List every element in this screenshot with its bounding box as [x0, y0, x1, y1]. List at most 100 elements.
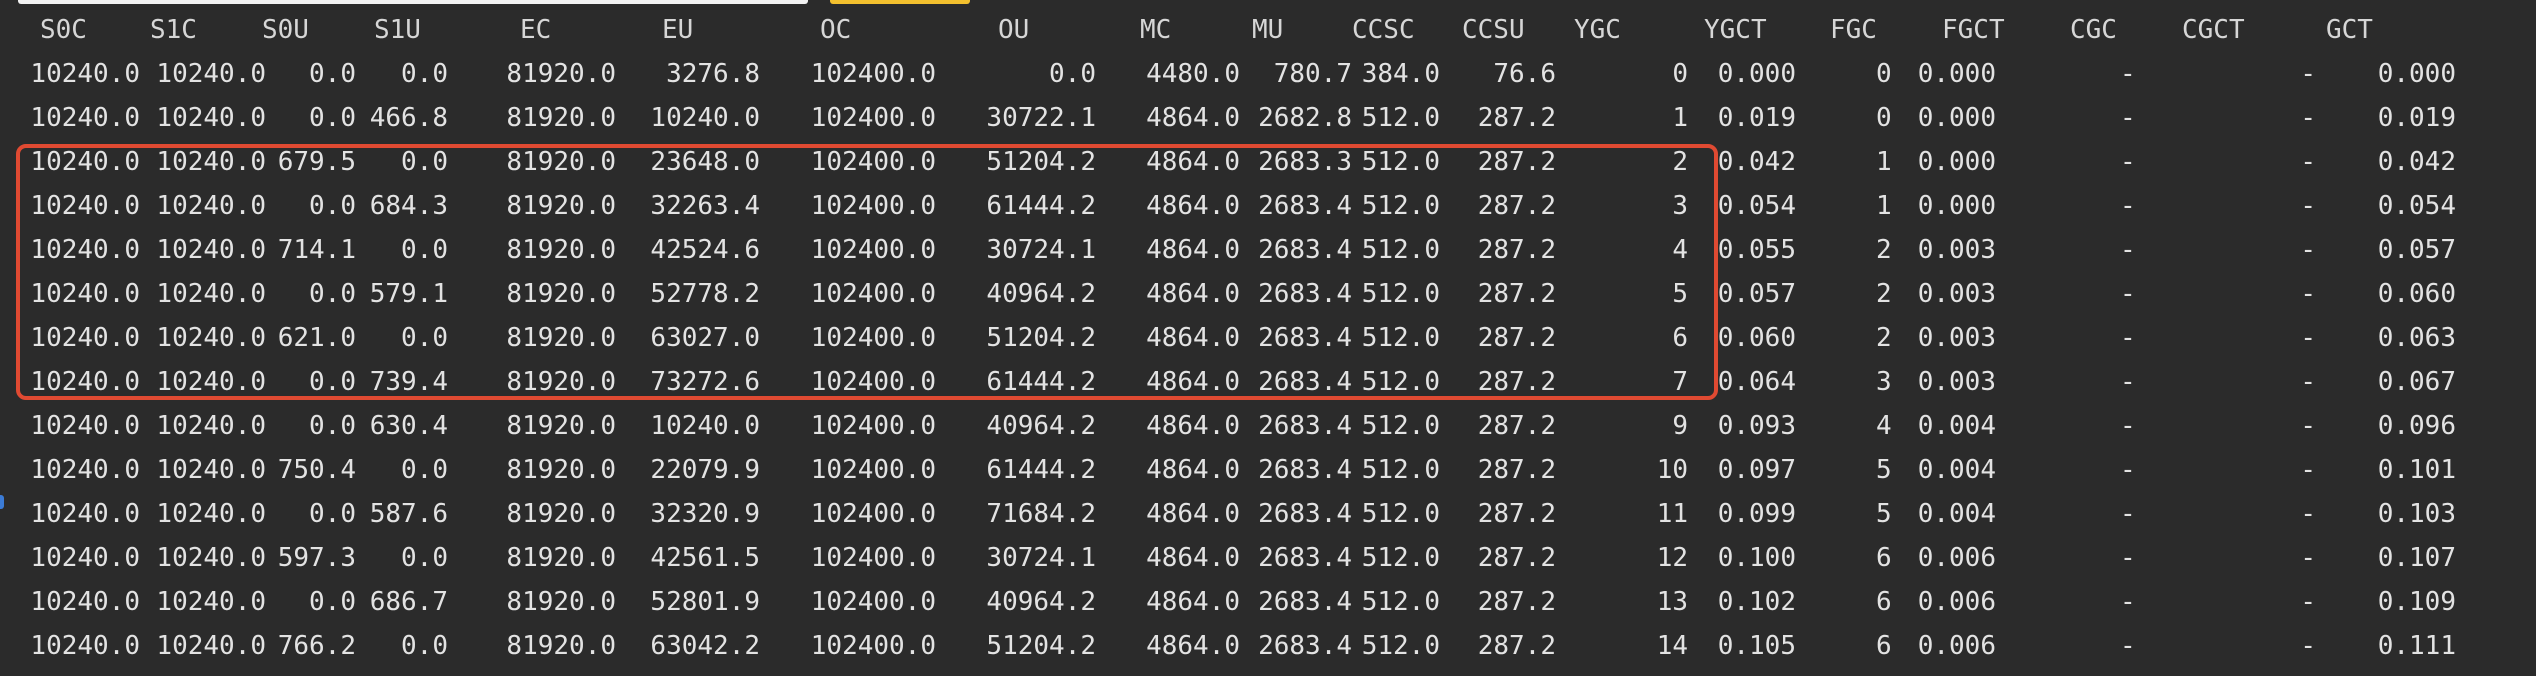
table-cell: 81920.0 — [506, 411, 616, 441]
table-cell: 0.004 — [1917, 499, 1996, 529]
table-cell: 287.2 — [1477, 147, 1556, 177]
table-cell: 0 — [1876, 103, 1892, 133]
table-cell: 5 — [1672, 279, 1688, 309]
table-cell: 10240.0 — [30, 543, 140, 573]
table-cell: 384.0 — [1361, 59, 1440, 89]
table-cell: 40964.2 — [986, 411, 1096, 441]
table-cell: 10240.0 — [30, 499, 140, 529]
table-cell: 287.2 — [1477, 587, 1556, 617]
table-cell: 3 — [1672, 191, 1688, 221]
table-cell: 10240.0 — [30, 235, 140, 265]
table-cell: 10240.0 — [30, 279, 140, 309]
table-cell: 0.0 — [401, 59, 448, 89]
table-cell: 102400.0 — [810, 323, 936, 353]
column-header: S1U — [374, 15, 421, 45]
column-header: S0U — [262, 15, 309, 45]
table-cell: 10240.0 — [30, 59, 140, 89]
table-cell: 0 — [1876, 59, 1892, 89]
table-cell: - — [2120, 455, 2136, 485]
table-cell: 287.2 — [1477, 235, 1556, 265]
table-cell: 51204.2 — [986, 323, 1096, 353]
table-cell: - — [2300, 367, 2316, 397]
table-cell: 81920.0 — [506, 543, 616, 573]
table-cell: 512.0 — [1361, 235, 1440, 265]
table-cell: 686.7 — [369, 587, 448, 617]
table-cell: 512.0 — [1361, 587, 1440, 617]
table-cell: 4864.0 — [1146, 455, 1240, 485]
table-cell: 512.0 — [1361, 191, 1440, 221]
table-cell: 4864.0 — [1146, 543, 1240, 573]
table-cell: 512.0 — [1361, 323, 1440, 353]
table-cell: - — [2300, 103, 2316, 133]
table-cell: 14 — [1656, 631, 1688, 661]
table-cell: 4864.0 — [1146, 235, 1240, 265]
table-cell: 0.003 — [1917, 235, 1996, 265]
table-cell: 0.019 — [2377, 103, 2456, 133]
table-cell: 52801.9 — [650, 587, 760, 617]
column-header: CCSC — [1352, 15, 1415, 45]
table-cell: 30724.1 — [986, 543, 1096, 573]
table-cell: 6 — [1876, 631, 1892, 661]
table-cell: 0.000 — [1917, 59, 1996, 89]
table-cell: 512.0 — [1361, 631, 1440, 661]
table-cell: 739.4 — [369, 367, 448, 397]
column-header: CGCT — [2182, 15, 2245, 45]
table-cell: - — [2300, 455, 2316, 485]
table-cell: 102400.0 — [810, 59, 936, 89]
table-cell: 0.0 — [309, 103, 356, 133]
table-cell: 287.2 — [1477, 631, 1556, 661]
table-cell: 10240.0 — [156, 147, 266, 177]
column-header: GCT — [2326, 15, 2373, 45]
table-cell: 0.097 — [1717, 455, 1796, 485]
table-cell: - — [2120, 587, 2136, 617]
table-cell: 2683.3 — [1258, 147, 1352, 177]
table-cell: 714.1 — [277, 235, 356, 265]
table-cell: 512.0 — [1361, 279, 1440, 309]
table-cell: 0.0 — [401, 631, 448, 661]
table-cell: 0.0 — [401, 543, 448, 573]
table-cell: 10240.0 — [30, 631, 140, 661]
table-cell: 0.004 — [1917, 455, 1996, 485]
table-cell: 102400.0 — [810, 103, 936, 133]
table-cell: 0.006 — [1917, 631, 1996, 661]
table-cell: 71684.2 — [986, 499, 1096, 529]
table-cell: 0.003 — [1917, 323, 1996, 353]
table-cell: 0.100 — [1717, 543, 1796, 573]
table-cell: 579.1 — [369, 279, 448, 309]
table-cell: 0.003 — [1917, 367, 1996, 397]
table-cell: 0.0 — [309, 587, 356, 617]
table-cell: - — [2120, 499, 2136, 529]
table-cell: 4864.0 — [1146, 279, 1240, 309]
column-header: S0C — [40, 15, 87, 45]
table-cell: 40964.2 — [986, 587, 1096, 617]
table-cell: 81920.0 — [506, 147, 616, 177]
table-cell: 10240.0 — [30, 323, 140, 353]
table-cell: 512.0 — [1361, 103, 1440, 133]
table-cell: 2683.4 — [1258, 543, 1352, 573]
jstat-gc-output: S0C S1C S0U S1U EC EU OC OU MC MU CCSC CCSU YGC YGCT F… — [0, 0, 2536, 676]
table-cell: 0.111 — [2377, 631, 2456, 661]
table-cell: 750.4 — [277, 455, 356, 485]
table-cell: 780.7 — [1273, 59, 1352, 89]
table-cell: 51204.2 — [986, 147, 1096, 177]
table-cell: 10240.0 — [156, 587, 266, 617]
column-header: OU — [998, 15, 1030, 45]
table-cell: 0.019 — [1717, 103, 1796, 133]
table-cell: - — [2120, 103, 2136, 133]
table-cell: 512.0 — [1361, 147, 1440, 177]
table-cell: 9 — [1672, 411, 1688, 441]
table-cell: 287.2 — [1477, 499, 1556, 529]
table-cell: 0.105 — [1717, 631, 1796, 661]
column-header: FGC — [1830, 15, 1877, 45]
table-cell: 10240.0 — [156, 499, 266, 529]
table-cell: 2683.4 — [1258, 191, 1352, 221]
table-cell: - — [2120, 147, 2136, 177]
table-cell: 512.0 — [1361, 499, 1440, 529]
column-header: MC — [1140, 15, 1172, 45]
table-cell: 2683.4 — [1258, 587, 1352, 617]
table-cell: 2683.4 — [1258, 411, 1352, 441]
table-cell: 0.0 — [309, 191, 356, 221]
table-cell: 0.060 — [1717, 323, 1796, 353]
table-cell: 512.0 — [1361, 411, 1440, 441]
table-cell: 102400.0 — [810, 587, 936, 617]
